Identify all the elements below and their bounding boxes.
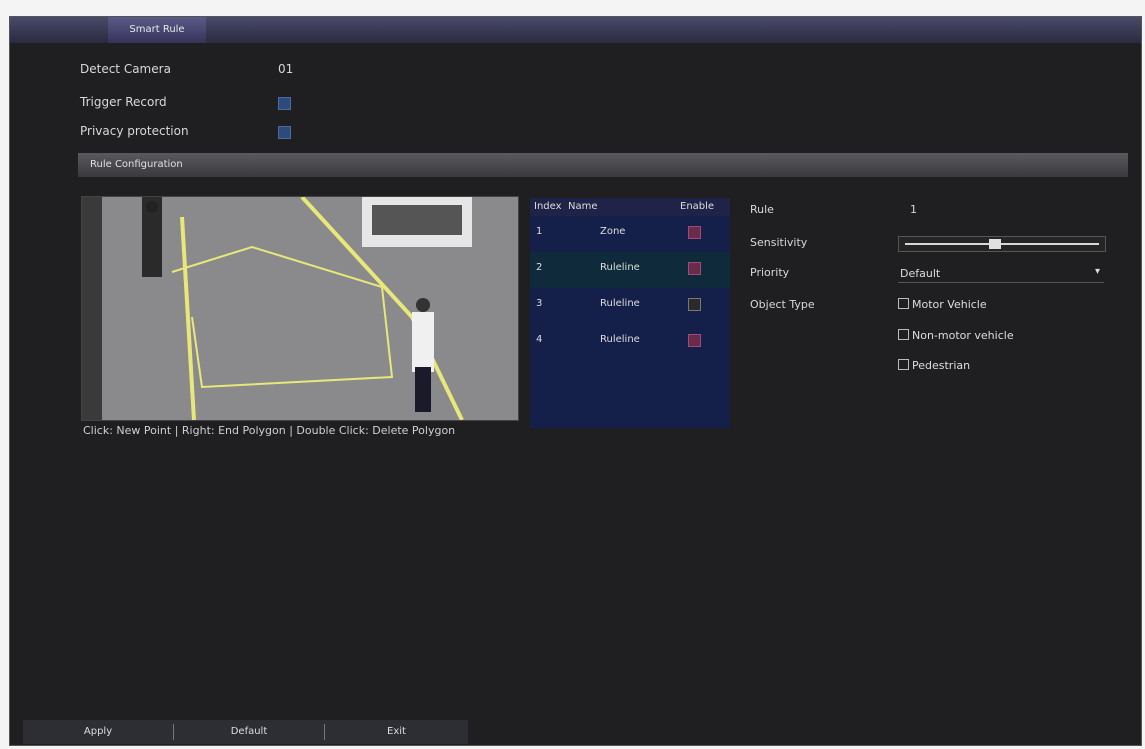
row-index: 2: [536, 262, 543, 273]
rule-label: Rule: [750, 203, 774, 216]
row-index: 3: [536, 298, 543, 309]
row-name: Ruleline: [600, 298, 640, 309]
slider-handle[interactable]: [989, 239, 1001, 249]
col-name: Name: [568, 201, 598, 212]
section-header: Rule Configuration: [78, 153, 1128, 177]
row-enable-checkbox[interactable]: [688, 298, 701, 311]
row-index: 1: [536, 226, 543, 237]
rule-table: Index Name Enable 1 Zone 2 Ruleline 3 Ru…: [530, 198, 730, 428]
trigger-record-checkbox[interactable]: [278, 97, 291, 110]
checkbox-icon: [898, 329, 909, 340]
tab-inactive[interactable]: [10, 17, 108, 43]
exit-button[interactable]: Exit: [325, 720, 468, 744]
object-type-label: Object Type: [750, 298, 815, 311]
sensitivity-slider[interactable]: [898, 236, 1106, 252]
checkbox-icon: [898, 359, 909, 370]
table-row[interactable]: 2 Ruleline: [530, 252, 730, 288]
table-row[interactable]: 1 Zone: [530, 216, 730, 252]
camera-preview[interactable]: [81, 196, 519, 421]
sensitivity-label: Sensitivity: [750, 236, 808, 249]
col-enable: Enable: [680, 201, 715, 212]
detect-camera-label: Detect Camera: [80, 62, 171, 76]
trigger-record-label: Trigger Record: [80, 95, 167, 109]
checkbox-motor-vehicle[interactable]: Motor Vehicle: [898, 298, 987, 311]
default-button[interactable]: Default: [174, 720, 324, 744]
chevron-down-icon: ▾: [1094, 266, 1100, 277]
row-name: Zone: [600, 226, 626, 237]
row-enable-checkbox[interactable]: [688, 226, 701, 239]
title-bar: Smart Rule: [10, 17, 1141, 43]
table-row[interactable]: 4 Ruleline: [530, 324, 730, 360]
priority-selected: Default: [900, 267, 941, 280]
table-row[interactable]: 3 Ruleline: [530, 288, 730, 324]
priority-label: Priority: [750, 266, 790, 279]
row-name: Ruleline: [600, 262, 640, 273]
privacy-checkbox[interactable]: [278, 126, 291, 139]
col-index: Index: [534, 201, 562, 212]
camera-scene-image: [82, 197, 518, 420]
row-name: Ruleline: [600, 334, 640, 345]
row-index: 4: [536, 334, 543, 345]
row-enable-checkbox[interactable]: [688, 262, 701, 275]
priority-select[interactable]: Default ▾: [898, 266, 1104, 283]
smart-rule-window: Smart Rule Detect Camera 01 Trigger Reco…: [9, 16, 1142, 746]
table-header: Index Name Enable: [530, 198, 730, 216]
rule-value[interactable]: 1: [910, 203, 917, 216]
video-instructions: Click: New Point | Right: End Polygon | …: [83, 424, 456, 437]
bottom-button-bar: Apply Default Exit: [23, 720, 468, 744]
checkbox-pedestrian[interactable]: Pedestrian: [898, 359, 970, 372]
privacy-label: Privacy protection: [80, 124, 189, 138]
slider-track: [905, 243, 1099, 245]
checkbox-non-motor-vehicle[interactable]: Non-motor vehicle: [898, 329, 1014, 342]
row-enable-checkbox[interactable]: [688, 334, 701, 347]
tab-smart-rule[interactable]: Smart Rule: [108, 17, 206, 43]
detect-camera-value[interactable]: 01: [278, 62, 293, 76]
apply-button[interactable]: Apply: [23, 720, 173, 744]
checkbox-icon: [898, 298, 909, 309]
